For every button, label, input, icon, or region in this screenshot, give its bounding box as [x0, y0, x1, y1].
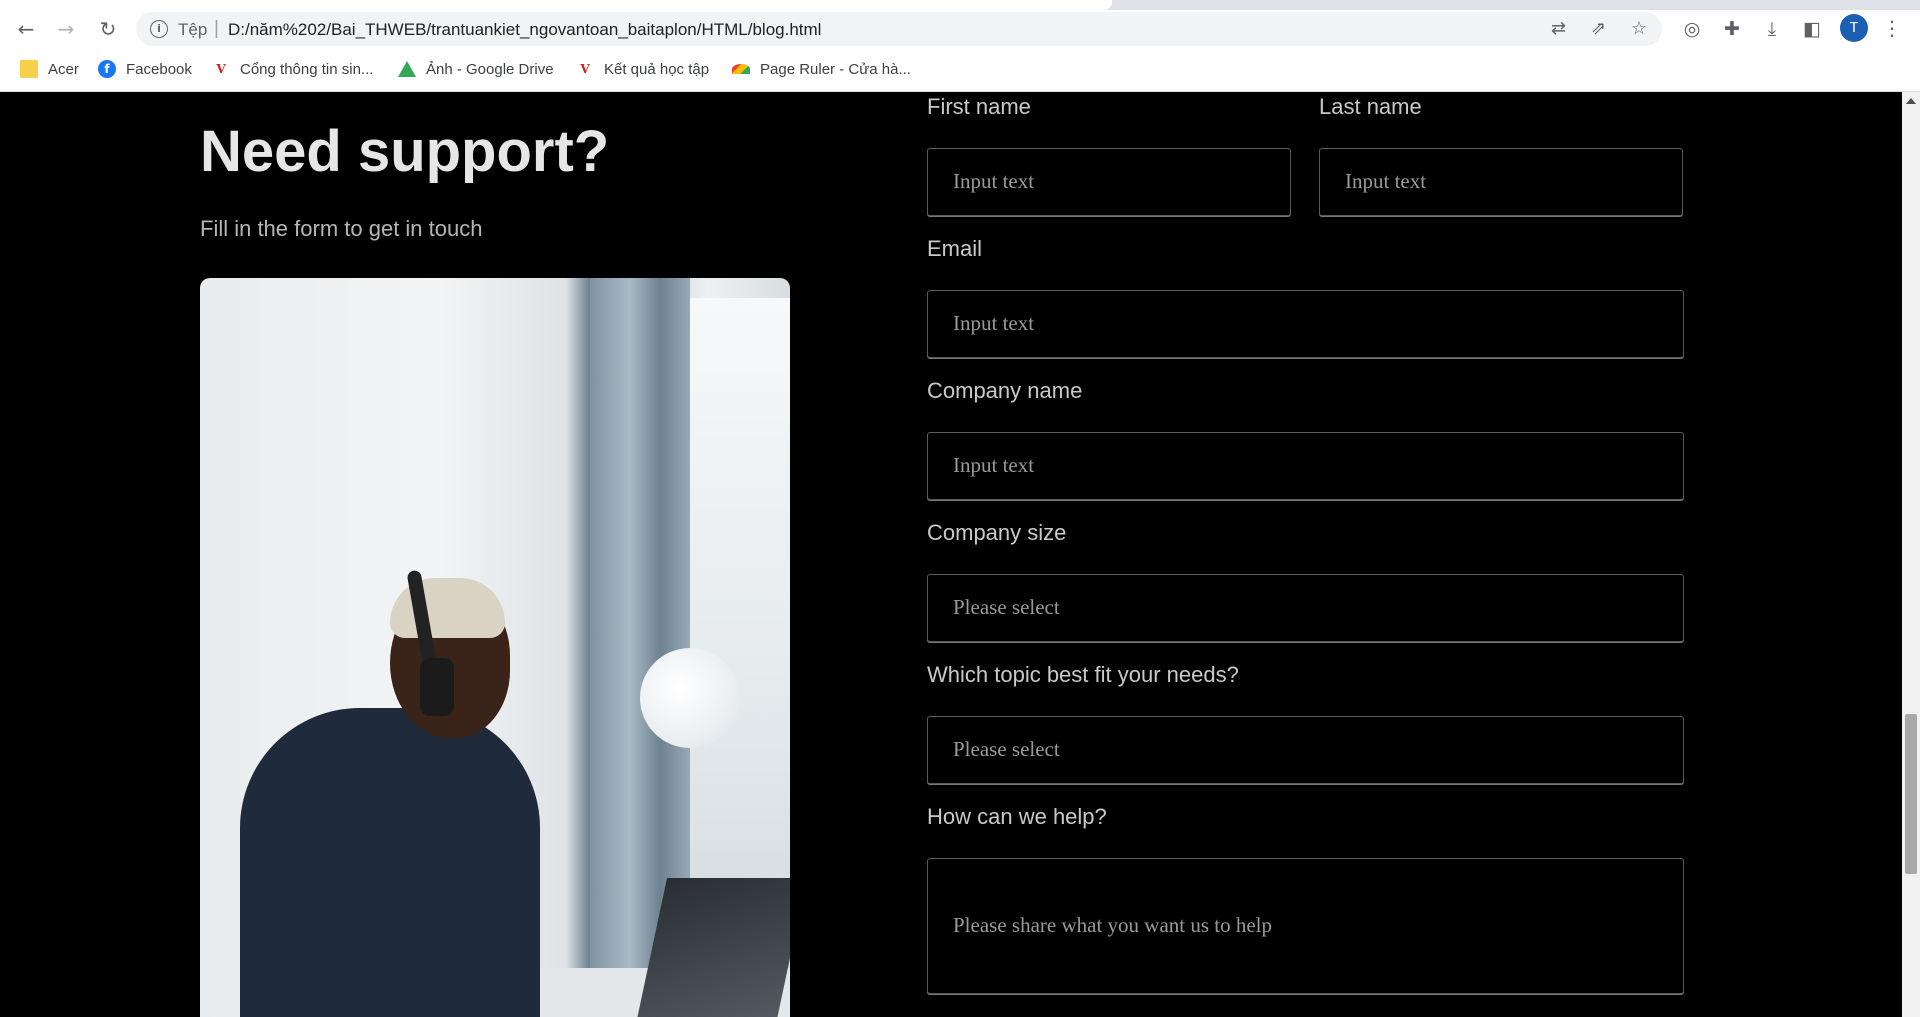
- photo-person-hair: [390, 578, 505, 638]
- bookmark-ket-qua-hoc-tap[interactable]: V Kết quả học tập: [576, 58, 709, 80]
- first-name-placeholder: Input text: [953, 169, 1035, 193]
- side-panel-icon[interactable]: ◧: [1798, 15, 1826, 43]
- page-scrollbar[interactable]: [1902, 92, 1920, 1017]
- bookmark-page-ruler[interactable]: Page Ruler - Cửa hà...: [732, 58, 911, 80]
- email-placeholder: Input text: [953, 311, 1035, 335]
- email-field[interactable]: Input text: [927, 290, 1684, 358]
- support-photo: [200, 278, 790, 1017]
- help-placeholder: Please share what you want us to help: [953, 913, 1273, 937]
- bookmark-facebook[interactable]: f Facebook: [98, 58, 192, 80]
- email-label: Email: [927, 236, 983, 261]
- company-name-label: Company name: [927, 378, 1083, 403]
- active-tab[interactable]: [0, 0, 1112, 10]
- vlu-icon: V: [580, 62, 590, 76]
- reload-icon[interactable]: ↻: [94, 15, 122, 43]
- translate-icon[interactable]: ⇄: [1551, 18, 1566, 39]
- extensions-puzzle-icon[interactable]: ✚: [1718, 15, 1746, 43]
- bookmark-star-icon[interactable]: ☆: [1631, 18, 1647, 39]
- bookmark-label: Cổng thông tin sin...: [240, 60, 374, 78]
- bookmark-label: Acer: [48, 60, 79, 78]
- profile-avatar[interactable]: T: [1840, 14, 1868, 42]
- first-name-label: First name: [927, 94, 1031, 119]
- last-name-label: Last name: [1319, 94, 1422, 119]
- bookmark-acer[interactable]: Acer: [20, 58, 79, 80]
- bookmark-label: Page Ruler - Cửa hà...: [760, 60, 911, 78]
- last-name-placeholder: Input text: [1345, 169, 1427, 193]
- site-info-icon[interactable]: i: [150, 20, 168, 38]
- share-icon[interactable]: ⇗: [1591, 18, 1606, 39]
- scroll-up-arrow-icon[interactable]: [1906, 98, 1916, 104]
- company-name-field[interactable]: Input text: [927, 432, 1684, 500]
- company-size-placeholder: Please select: [953, 595, 1060, 619]
- company-size-select[interactable]: Please select: [927, 574, 1684, 642]
- page-ruler-icon: [732, 64, 750, 74]
- vlu-icon: V: [216, 62, 226, 76]
- last-name-field[interactable]: Input text: [1319, 148, 1683, 216]
- browser-toolbar: ← → ↻ i Tệp | D:/năm%202/Bai_THWEB/trant…: [0, 10, 1920, 48]
- first-name-field[interactable]: Input text: [927, 148, 1291, 216]
- photo-person-body: [240, 708, 540, 1017]
- bookmark-label: Ảnh - Google Drive: [426, 60, 554, 78]
- bookmark-label: Facebook: [126, 60, 192, 78]
- topic-placeholder: Please select: [953, 737, 1060, 761]
- photo-lamp: [640, 648, 740, 748]
- scheme-label: Tệp: [178, 20, 208, 39]
- page-viewport: Need support? Fill in the form to get in…: [0, 92, 1920, 1017]
- google-drive-icon: [398, 61, 416, 77]
- facebook-icon: f: [98, 60, 116, 78]
- folder-icon: [20, 60, 38, 78]
- download-icon[interactable]: ⤓: [1758, 15, 1786, 43]
- bookmark-cong-thong-tin[interactable]: V Cổng thông tin sin...: [212, 58, 373, 80]
- compass-extension-icon[interactable]: ◎: [1678, 15, 1706, 43]
- company-size-label: Company size: [927, 520, 1067, 545]
- help-label: How can we help?: [927, 804, 1107, 829]
- browser-menu-icon[interactable]: ⋮: [1882, 14, 1902, 42]
- forward-arrow-icon[interactable]: →: [52, 15, 80, 43]
- company-name-placeholder: Input text: [953, 453, 1035, 477]
- url-text[interactable]: D:/năm%202/Bai_THWEB/trantuankiet_ngovan…: [228, 20, 821, 40]
- scheme-separator: |: [214, 18, 219, 39]
- back-arrow-icon[interactable]: ←: [12, 15, 40, 43]
- bookmark-label: Kết quả học tập: [604, 60, 710, 78]
- bookmarks-bar: Acer f Facebook V Cổng thông tin sin... Ản…: [0, 52, 1920, 86]
- photo-headphone: [420, 658, 454, 716]
- help-textarea[interactable]: Please share what you want us to help: [927, 858, 1684, 994]
- bookmark-google-drive[interactable]: Ảnh - Google Drive: [398, 58, 554, 80]
- browser-chrome: ← → ↻ i Tệp | D:/năm%202/Bai_THWEB/trant…: [0, 0, 1920, 92]
- page-subtitle: Fill in the form to get in touch: [200, 216, 483, 241]
- scrollbar-thumb[interactable]: [1905, 714, 1917, 874]
- address-bar[interactable]: i Tệp | D:/năm%202/Bai_THWEB/trantuankie…: [136, 12, 1662, 46]
- tab-strip: [0, 0, 1920, 10]
- page-title: Need support?: [200, 119, 610, 184]
- topic-label: Which topic best fit your needs?: [927, 662, 1239, 687]
- topic-select[interactable]: Please select: [927, 716, 1684, 784]
